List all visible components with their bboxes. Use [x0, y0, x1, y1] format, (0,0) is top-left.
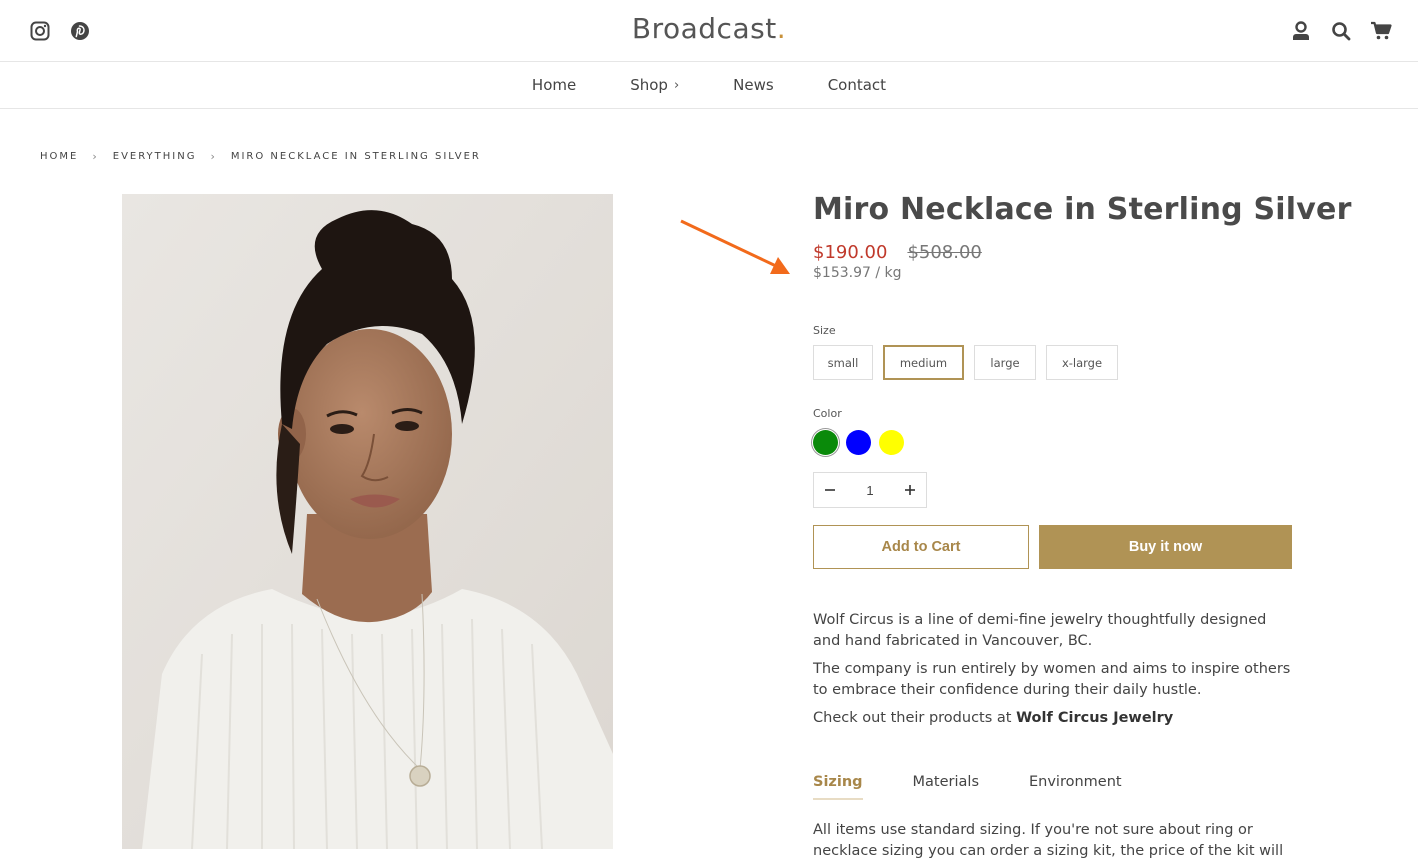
- size-options: small medium large x-large: [813, 345, 1118, 380]
- unit-price: $153.97 / kg: [813, 265, 902, 281]
- breadcrumb-current: Miro Necklace in Sterling Silver: [230, 151, 481, 162]
- header-actions: [1290, 19, 1392, 43]
- product-description: Wolf Circus is a line of demi-fine jewel…: [813, 610, 1293, 736]
- quantity-input[interactable]: [850, 482, 890, 498]
- site-logo[interactable]: Broadcast.: [0, 12, 1418, 45]
- add-to-cart-button[interactable]: Add to Cart: [813, 525, 1029, 569]
- plus-icon: [905, 485, 915, 495]
- product-image[interactable]: [122, 194, 613, 849]
- nav-item-shop[interactable]: Shop ›: [630, 76, 679, 94]
- main-nav: Home Shop › News Contact: [0, 62, 1418, 109]
- quantity-stepper: [813, 472, 927, 508]
- nav-item-home[interactable]: Home: [532, 76, 576, 94]
- nav-item-contact[interactable]: Contact: [828, 76, 886, 94]
- cart-icon[interactable]: [1370, 19, 1392, 43]
- wolf-circus-link[interactable]: Wolf Circus Jewelry: [1016, 710, 1173, 726]
- size-option-small[interactable]: small: [813, 345, 873, 380]
- nav-item-news[interactable]: News: [733, 76, 774, 94]
- color-swatch-yellow[interactable]: [879, 430, 904, 455]
- annotation-arrow: [680, 219, 790, 274]
- site-header: Broadcast.: [0, 0, 1418, 62]
- search-icon[interactable]: [1330, 19, 1352, 43]
- tab-environment[interactable]: Environment: [1029, 774, 1122, 800]
- product-info: Miro Necklace in Sterling Silver $190.00…: [813, 190, 1352, 859]
- chevron-right-icon: ›: [92, 150, 99, 163]
- description-paragraph: Wolf Circus is a line of demi-fine jewel…: [813, 612, 1267, 649]
- size-option-large[interactable]: large: [974, 345, 1036, 380]
- product-title: Miro Necklace in Sterling Silver: [813, 192, 1352, 227]
- increase-quantity-button[interactable]: [894, 473, 926, 507]
- minus-icon: [825, 489, 835, 491]
- tab-content: All items use standard sizing. If you're…: [813, 822, 1284, 859]
- purchase-actions: Add to Cart Buy it now: [813, 525, 1292, 569]
- account-icon[interactable]: [1290, 19, 1312, 43]
- breadcrumb: Home › Everything › Miro Necklace in Ste…: [40, 150, 481, 163]
- breadcrumb-everything[interactable]: Everything: [113, 151, 197, 162]
- price-row: $190.00 $508.00: [813, 242, 1293, 263]
- tab-sizing[interactable]: Sizing: [813, 774, 863, 800]
- decrease-quantity-button[interactable]: [814, 473, 846, 507]
- color-swatch-green[interactable]: [813, 430, 838, 455]
- compare-price: $508.00: [907, 242, 982, 263]
- product-tabs: Sizing Materials Environment: [813, 774, 1122, 800]
- color-label: Color: [813, 407, 842, 420]
- description-paragraph: The company is run entirely by women and…: [813, 661, 1291, 698]
- description-paragraph: Check out their products at Wolf Circus …: [813, 710, 1174, 726]
- color-options: [813, 430, 904, 455]
- size-label: Size: [813, 324, 836, 337]
- chevron-right-icon: ›: [210, 150, 217, 163]
- breadcrumb-home[interactable]: Home: [40, 151, 78, 162]
- size-option-medium[interactable]: medium: [883, 345, 964, 380]
- color-swatch-blue[interactable]: [846, 430, 871, 455]
- buy-now-button[interactable]: Buy it now: [1039, 525, 1292, 569]
- sale-price: $190.00: [813, 242, 888, 263]
- chevron-right-icon: ›: [673, 77, 680, 93]
- tab-materials[interactable]: Materials: [913, 774, 979, 800]
- size-option-x-large[interactable]: x-large: [1046, 345, 1118, 380]
